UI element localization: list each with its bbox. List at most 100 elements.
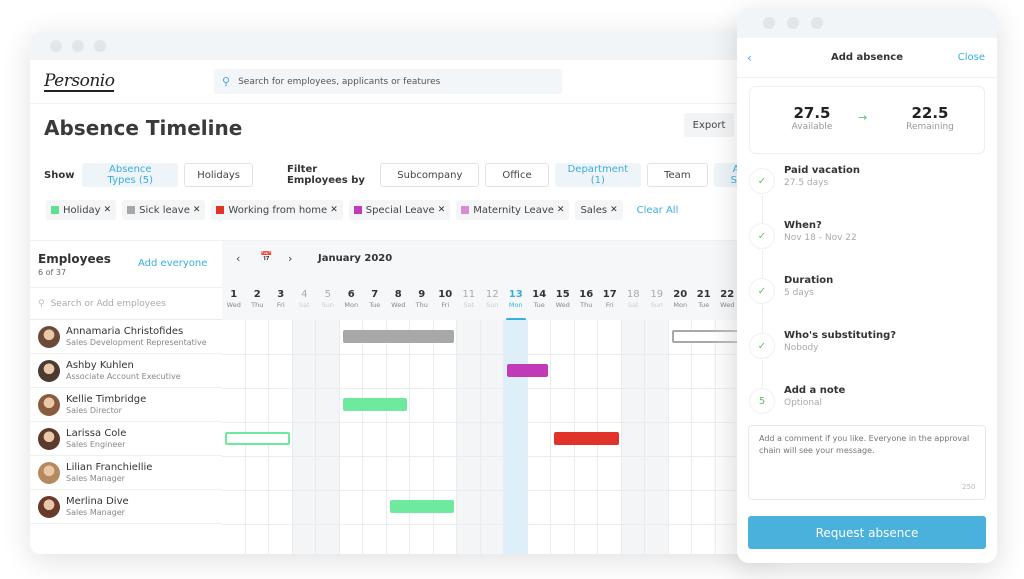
holidays-button[interactable]: Holidays: [184, 163, 253, 187]
employee-row[interactable]: Merlina Dive Sales Manager: [30, 490, 222, 524]
panel-titlebar: [737, 8, 997, 38]
team-filter-button[interactable]: Team: [647, 163, 708, 187]
remove-chip-icon[interactable]: ✕: [193, 205, 201, 215]
filter-chip[interactable]: Holiday ✕: [46, 200, 117, 220]
add-everyone-link[interactable]: Add everyone: [138, 258, 207, 269]
available-balance: 27.5 Available: [772, 104, 852, 132]
absence-types-button[interactable]: Absence Types (5): [82, 163, 179, 187]
day-header: 8 Wed: [387, 289, 411, 321]
avatar: [38, 427, 60, 450]
clear-all-link[interactable]: Clear All: [637, 205, 679, 216]
day-column[interactable]: [504, 320, 528, 554]
absence-bar[interactable]: [225, 432, 290, 445]
next-month-icon[interactable]: ›: [288, 252, 292, 265]
employee-name: Annamaria Christofides: [66, 325, 184, 337]
employees-title: Employees: [38, 252, 111, 266]
back-chevron-icon[interactable]: ‹: [747, 51, 752, 65]
employee-row[interactable]: Ashby Kuhlen Associate Account Executive: [30, 354, 222, 388]
day-column[interactable]: [480, 320, 504, 554]
panel-header: ‹ Add absence Close: [737, 38, 997, 78]
department-filter-button[interactable]: Department (1): [554, 163, 642, 187]
filter-chip[interactable]: Maternity Leave ✕: [456, 200, 570, 220]
employee-search-input[interactable]: ⚲ Search or Add employees: [30, 288, 222, 320]
chip-label: Sick leave: [139, 204, 190, 216]
remove-chip-icon[interactable]: ✕: [557, 205, 565, 215]
day-column[interactable]: [528, 320, 551, 554]
employee-row[interactable]: Larissa Cole Sales Engineer: [30, 422, 222, 456]
day-column[interactable]: [316, 320, 340, 554]
day-column[interactable]: [669, 320, 692, 554]
remove-chip-icon[interactable]: ✕: [104, 205, 112, 215]
remove-chip-icon[interactable]: ✕: [330, 205, 338, 215]
add-absence-panel: ‹ Add absence Close 27.5 Available → 22.…: [737, 8, 997, 563]
absence-bar[interactable]: [389, 500, 454, 513]
weekday-label: Thu: [251, 301, 264, 309]
day-column[interactable]: [645, 320, 669, 554]
filter-chip[interactable]: Special Leave ✕: [348, 200, 451, 220]
calendar-icon[interactable]: 📅: [260, 252, 272, 263]
filter-chip[interactable]: Working from home ✕: [211, 200, 343, 220]
absence-bar[interactable]: [342, 330, 454, 343]
prev-month-icon[interactable]: ‹: [236, 252, 240, 265]
day-number: 21: [696, 289, 711, 300]
remove-chip-icon[interactable]: ✕: [438, 205, 446, 215]
employee-row[interactable]: Kellie Timbridge Sales Director: [30, 388, 222, 422]
request-absence-button[interactable]: Request absence: [748, 516, 986, 549]
day-header: 11 Sat: [457, 289, 481, 321]
day-column[interactable]: [692, 320, 716, 554]
step-subtitle: Nobody: [784, 343, 819, 353]
step-subtitle: Optional: [784, 398, 823, 408]
weekday-label: Wed: [226, 301, 241, 309]
step-subtitle: 27.5 days: [784, 178, 829, 188]
remaining-value: 22.5: [911, 104, 949, 122]
absence-step[interactable]: ✓ When? Nov 18 - Nov 22: [737, 217, 997, 278]
chip-label: Working from home: [228, 204, 328, 216]
personio-logo[interactable]: Personio: [44, 72, 115, 92]
day-column[interactable]: [621, 320, 645, 554]
employee-row[interactable]: Annamaria Christofides Sales Development…: [30, 320, 222, 354]
day-column[interactable]: [716, 320, 739, 554]
export-button[interactable]: Export: [684, 113, 734, 137]
window-dot-icon: [811, 17, 823, 29]
day-column[interactable]: [457, 320, 481, 554]
absence-step[interactable]: ✓ Paid vacation 27.5 days: [737, 162, 997, 223]
day-column[interactable]: [363, 320, 387, 554]
office-filter-button[interactable]: Office: [485, 163, 549, 187]
day-number: 1: [230, 289, 238, 300]
weekday-label: Thu: [580, 301, 593, 309]
filter-chip[interactable]: Sick leave ✕: [122, 200, 206, 220]
window-titlebar: [30, 32, 770, 60]
day-column[interactable]: [410, 320, 434, 554]
day-header: 20 Mon: [669, 289, 693, 321]
row-divider: [222, 524, 770, 525]
day-header: 16 Thu: [575, 289, 599, 321]
note-textarea[interactable]: [748, 425, 986, 500]
absence-step[interactable]: ✓ Duration 5 days: [737, 272, 997, 333]
chip-label: Special Leave: [365, 204, 435, 216]
absence-steps: ✓ Paid vacation 27.5 days ✓ When? Nov 18 …: [737, 162, 997, 437]
remove-chip-icon[interactable]: ✕: [610, 205, 618, 215]
employee-name: Kellie Timbridge: [66, 393, 147, 405]
color-swatch-icon: [127, 206, 136, 214]
absence-step[interactable]: ✓ Who's substituting? Nobody: [737, 327, 997, 388]
absence-bar[interactable]: [342, 398, 407, 411]
day-header: 19 Sun: [645, 289, 669, 321]
close-button[interactable]: Close: [958, 52, 985, 63]
employee-name: Merlina Dive: [66, 495, 129, 507]
day-column[interactable]: [434, 320, 457, 554]
search-placeholder: Search for employees, applicants or feat…: [238, 76, 441, 87]
absence-bar[interactable]: [507, 364, 548, 377]
absence-bar[interactable]: [554, 432, 619, 445]
day-column[interactable]: [292, 320, 316, 554]
day-column[interactable]: [340, 320, 363, 554]
day-column[interactable]: [387, 320, 410, 554]
weekday-label: Wed: [391, 301, 406, 309]
color-swatch-icon: [461, 206, 470, 214]
filter-chip[interactable]: Sales ✕: [575, 200, 623, 220]
global-search-input[interactable]: ⚲ Search for employees, applicants or fe…: [214, 69, 562, 94]
step-title: Who's substituting?: [784, 330, 897, 341]
subcompany-filter-button[interactable]: Subcompany: [380, 163, 480, 187]
employee-row[interactable]: Lilian Franchiellie Sales Manager: [30, 456, 222, 490]
day-header: 17 Fri: [598, 289, 622, 321]
day-number: 7: [371, 289, 379, 300]
